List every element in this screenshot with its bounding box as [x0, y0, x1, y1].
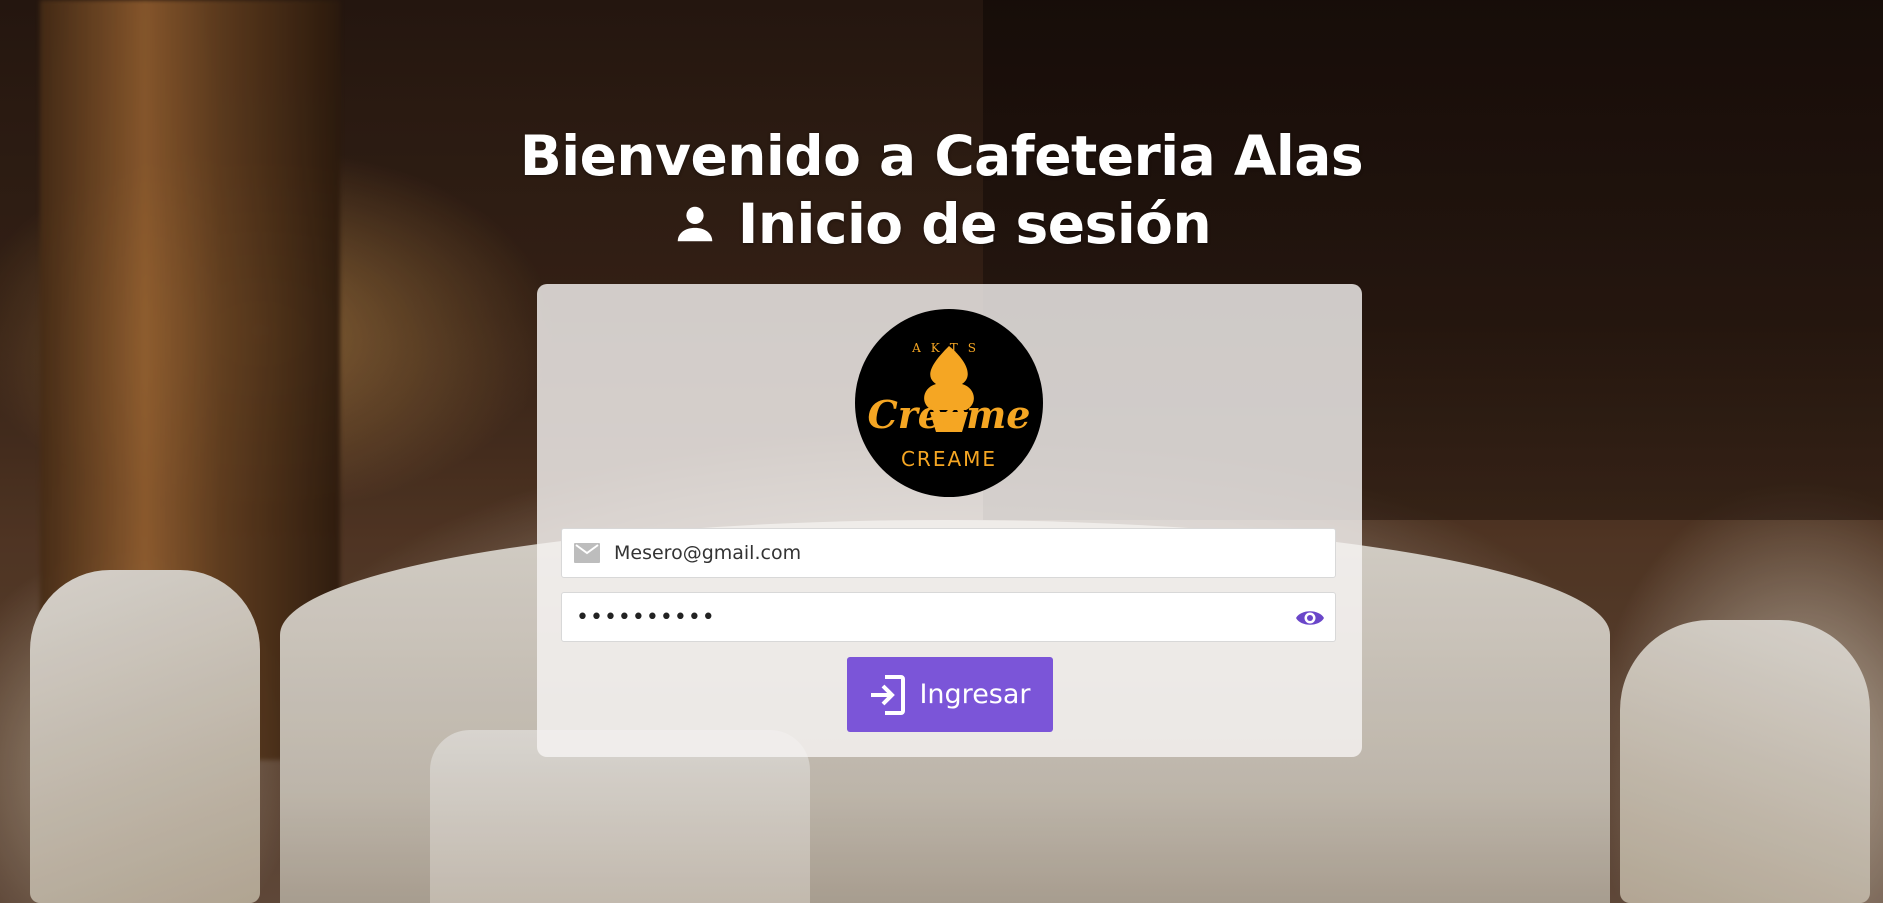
login-heading: Inicio de sesión — [0, 190, 1883, 258]
email-field[interactable]: Mesero@gmail.com — [561, 528, 1336, 578]
password-value[interactable]: •••••••••• — [576, 605, 716, 630]
login-button[interactable]: Ingresar — [847, 657, 1053, 732]
login-button-label: Ingresar — [919, 679, 1031, 710]
password-field[interactable]: •••••••••• — [561, 592, 1336, 642]
login-icon — [871, 674, 906, 715]
mail-icon — [574, 543, 600, 563]
eye-icon[interactable] — [1295, 605, 1325, 631]
brand-logo: AKTS Creeme CREAME — [855, 309, 1043, 497]
welcome-title: Bienvenido a Cafeteria Alas — [519, 124, 1364, 188]
svg-text:Creeme: Creeme — [867, 392, 1030, 437]
login-card: AKTS Creeme CREAME Mesero@gmail.com ••••… — [537, 284, 1362, 757]
page-header: Bienvenido a Cafeteria Alas Inicio de se… — [0, 122, 1883, 258]
login-title: Inicio de sesión — [737, 192, 1212, 256]
user-icon — [677, 206, 713, 242]
email-value[interactable]: Mesero@gmail.com — [614, 542, 801, 564]
svg-text:CREAME: CREAME — [901, 447, 997, 471]
